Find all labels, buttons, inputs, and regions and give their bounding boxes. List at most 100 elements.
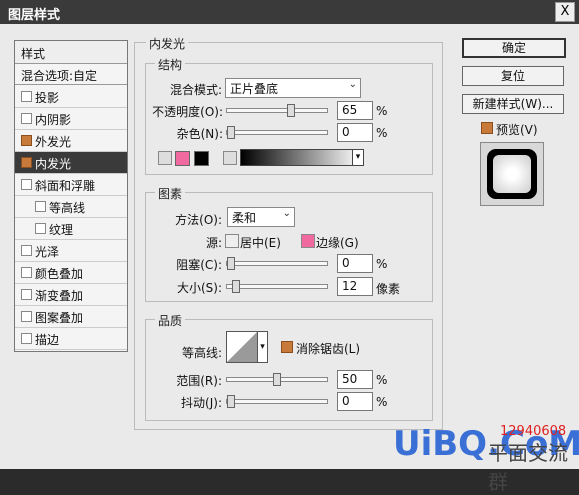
contour-preview[interactable] — [226, 331, 258, 363]
opacity-input[interactable]: 65 — [337, 101, 373, 120]
anti-alias-checkbox[interactable] — [281, 341, 293, 353]
style-checkbox[interactable] — [21, 333, 32, 344]
contour-dropdown-button[interactable]: ▾ — [257, 331, 268, 363]
range-slider-thumb[interactable] — [273, 373, 281, 386]
style-item-label: 光泽 — [35, 245, 60, 259]
contour-label: 等高线: — [181, 346, 222, 360]
source-edge-label: 边缘(G) — [316, 236, 359, 250]
preview-shape — [487, 149, 537, 199]
title-bar: 图层样式 X — [0, 0, 579, 24]
source-edge-radio[interactable] — [301, 234, 315, 248]
close-button[interactable]: X — [555, 2, 575, 22]
style-checkbox[interactable] — [21, 245, 32, 256]
blend-options-item[interactable]: 混合选项:自定 — [15, 64, 127, 85]
style-item-contour[interactable]: 等高线 — [15, 196, 127, 218]
noise-slider[interactable] — [226, 126, 328, 139]
color-mode-radio[interactable] — [158, 151, 172, 165]
size-slider[interactable] — [226, 280, 328, 293]
jitter-slider-thumb[interactable] — [227, 395, 235, 408]
style-item-label: 描边 — [35, 333, 60, 347]
style-item-outer-glow[interactable]: 外发光 — [15, 130, 127, 152]
blend-options-label: 混合选项:自定 — [21, 69, 98, 83]
style-item-label: 内阴影 — [35, 113, 72, 127]
dialog-body: 样式 混合选项:自定 投影 内阴影 外发光 内发光 斜面和浮雕 等高线 纹理 光… — [0, 24, 579, 494]
gradient-mode-radio[interactable] — [223, 151, 237, 165]
window-title: 图层样式 — [8, 8, 61, 23]
style-item-inner-shadow[interactable]: 内阴影 — [15, 108, 127, 130]
chevron-down-icon: ⌄ — [348, 79, 357, 90]
style-item-label: 颜色叠加 — [35, 267, 84, 281]
structure-title: 结构 — [155, 56, 186, 73]
style-checkbox[interactable] — [21, 135, 32, 146]
size-slider-thumb[interactable] — [232, 280, 240, 293]
style-item-pattern-overlay[interactable]: 图案叠加 — [15, 306, 127, 328]
style-item-label: 内发光 — [35, 157, 72, 171]
preview-glow — [493, 155, 531, 193]
style-checkbox[interactable] — [21, 311, 32, 322]
reset-button[interactable]: 复位 — [462, 66, 564, 86]
jitter-unit: % — [376, 395, 388, 409]
style-item-stroke[interactable]: 描边 — [15, 328, 127, 350]
chevron-down-icon: ⌄ — [282, 208, 291, 219]
style-checkbox[interactable] — [35, 201, 46, 212]
range-label: 范围(R): — [176, 374, 222, 388]
choke-slider-thumb[interactable] — [227, 257, 235, 270]
size-value: 12 — [342, 279, 358, 293]
chevron-down-icon: ▾ — [355, 152, 361, 162]
range-input[interactable]: 50 — [337, 370, 373, 389]
gradient-dropdown-button[interactable]: ▾ — [352, 149, 364, 166]
anti-alias-label: 消除锯齿(L) — [296, 342, 361, 356]
preview-checkbox[interactable] — [481, 122, 493, 134]
style-item-satin[interactable]: 光泽 — [15, 240, 127, 262]
elements-title: 图素 — [155, 185, 186, 202]
noise-input[interactable]: 0 — [337, 123, 373, 142]
technique-select[interactable]: 柔和 ⌄ — [227, 207, 295, 227]
style-item-inner-glow[interactable]: 内发光 — [15, 152, 127, 174]
inner-glow-title: 内发光 — [146, 35, 189, 52]
style-item-label: 等高线 — [49, 201, 86, 215]
jitter-input[interactable]: 0 — [337, 392, 373, 411]
opacity-slider-thumb[interactable] — [287, 104, 295, 117]
choke-slider[interactable] — [226, 257, 328, 270]
layer-style-window: 图层样式 X 样式 混合选项:自定 投影 内阴影 外发光 内发光 斜面和浮雕 等… — [0, 0, 579, 494]
style-checkbox[interactable] — [21, 113, 32, 124]
source-center-radio[interactable] — [225, 234, 239, 248]
opacity-value: 65 — [342, 103, 358, 117]
black-color-swatch[interactable] — [194, 151, 209, 166]
quality-title: 品质 — [155, 312, 186, 329]
jitter-slider[interactable] — [226, 395, 328, 408]
style-list: 样式 混合选项:自定 投影 内阴影 外发光 内发光 斜面和浮雕 等高线 纹理 光… — [14, 40, 128, 352]
noise-slider-thumb[interactable] — [227, 126, 235, 139]
style-list-header[interactable]: 样式 — [15, 41, 127, 64]
style-item-label: 渐变叠加 — [35, 289, 84, 303]
preview-label: 预览(V) — [496, 123, 538, 137]
style-item-color-overlay[interactable]: 颜色叠加 — [15, 262, 127, 284]
style-item-label: 图案叠加 — [35, 311, 84, 325]
gradient-preview[interactable] — [240, 149, 354, 166]
opacity-unit: % — [376, 104, 388, 118]
style-checkbox[interactable] — [21, 157, 32, 168]
style-checkbox[interactable] — [21, 289, 32, 300]
noise-label: 杂色(N): — [176, 127, 223, 141]
style-item-texture[interactable]: 纹理 — [15, 218, 127, 240]
choke-input[interactable]: 0 — [337, 254, 373, 273]
choke-label: 阻塞(C): — [176, 258, 222, 272]
range-slider[interactable] — [226, 373, 328, 386]
size-input[interactable]: 12 — [337, 277, 373, 296]
glow-color-swatch[interactable] — [175, 151, 190, 166]
blend-mode-select[interactable]: 正片叠底 ⌄ — [225, 78, 361, 98]
style-checkbox[interactable] — [21, 179, 32, 190]
opacity-slider[interactable] — [226, 104, 328, 117]
range-unit: % — [376, 373, 388, 387]
new-style-button[interactable]: 新建样式(W)... — [462, 94, 564, 114]
range-value: 50 — [342, 372, 358, 386]
style-item-gradient-overlay[interactable]: 渐变叠加 — [15, 284, 127, 306]
blend-mode-value: 正片叠底 — [230, 82, 279, 96]
style-checkbox[interactable] — [21, 267, 32, 278]
style-item-bevel-emboss[interactable]: 斜面和浮雕 — [15, 174, 127, 196]
ok-button[interactable]: 确定 — [462, 38, 566, 58]
style-checkbox[interactable] — [21, 91, 32, 102]
style-checkbox[interactable] — [35, 223, 46, 234]
opacity-label: 不透明度(O): — [152, 105, 223, 119]
style-item-drop-shadow[interactable]: 投影 — [15, 86, 127, 108]
